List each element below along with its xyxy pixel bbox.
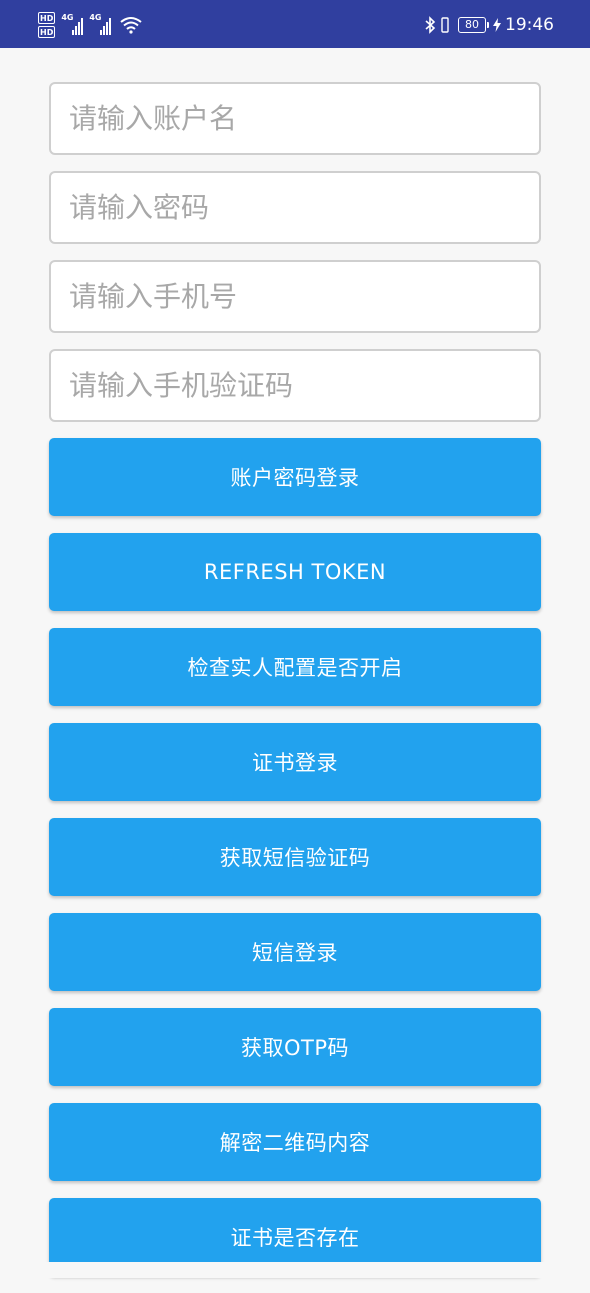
phone-input[interactable] xyxy=(67,279,539,314)
button-label: REFRESH TOKEN xyxy=(203,560,387,584)
signal-icon: 4G xyxy=(89,13,112,35)
battery-level: 80 xyxy=(458,17,486,33)
button-label: 证书是否存在 xyxy=(230,1226,360,1250)
bluetooth-icon xyxy=(425,16,436,34)
button-label: 获取短信验证码 xyxy=(219,846,371,870)
charging-icon xyxy=(493,18,501,32)
bottom-edge xyxy=(0,1262,590,1278)
password-field[interactable] xyxy=(49,171,541,244)
phone-field[interactable] xyxy=(49,260,541,333)
button-label: 账户密码登录 xyxy=(230,466,360,490)
check-liveness-config-button[interactable]: 检查实人配置是否开启 xyxy=(49,628,541,706)
sms-login-button[interactable]: 短信登录 xyxy=(49,913,541,991)
signal-icon: 4G xyxy=(61,13,84,35)
wifi-icon xyxy=(120,17,142,34)
sms-code-input[interactable] xyxy=(67,368,539,403)
network-type-label: 4G xyxy=(61,13,74,22)
hd-icon: HD xyxy=(38,26,56,38)
refresh-token-button[interactable]: REFRESH TOKEN xyxy=(49,533,541,611)
account-password-login-button[interactable]: 账户密码登录 xyxy=(49,438,541,516)
vibrate-icon xyxy=(441,17,449,33)
status-bar: HD HD 4G 4G 80 19:46 xyxy=(0,0,590,48)
hd-badges: HD HD xyxy=(38,12,56,38)
hd-icon: HD xyxy=(38,12,56,24)
status-right: 80 19:46 xyxy=(424,9,554,41)
network-type-label: 4G xyxy=(89,13,102,22)
account-field[interactable] xyxy=(49,82,541,155)
login-form: 账户密码登录 REFRESH TOKEN 检查实人配置是否开启 证书登录 获取短… xyxy=(49,82,541,1293)
button-label: 短信登录 xyxy=(252,941,338,965)
decrypt-qrcode-button[interactable]: 解密二维码内容 xyxy=(49,1103,541,1181)
get-otp-button[interactable]: 获取OTP码 xyxy=(49,1008,541,1086)
button-label: 解密二维码内容 xyxy=(219,1131,371,1155)
certificate-login-button[interactable]: 证书登录 xyxy=(49,723,541,801)
clock-time: 19:46 xyxy=(505,15,554,35)
sms-code-field[interactable] xyxy=(49,349,541,422)
button-label: 获取OTP码 xyxy=(240,1036,350,1060)
battery-icon: 80 xyxy=(458,17,489,33)
password-input[interactable] xyxy=(67,190,539,225)
account-input[interactable] xyxy=(67,101,539,136)
get-sms-code-button[interactable]: 获取短信验证码 xyxy=(49,818,541,896)
button-label: 检查实人配置是否开启 xyxy=(187,656,403,680)
status-left: HD HD 4G 4G xyxy=(38,9,142,41)
button-label: 证书登录 xyxy=(252,751,338,775)
